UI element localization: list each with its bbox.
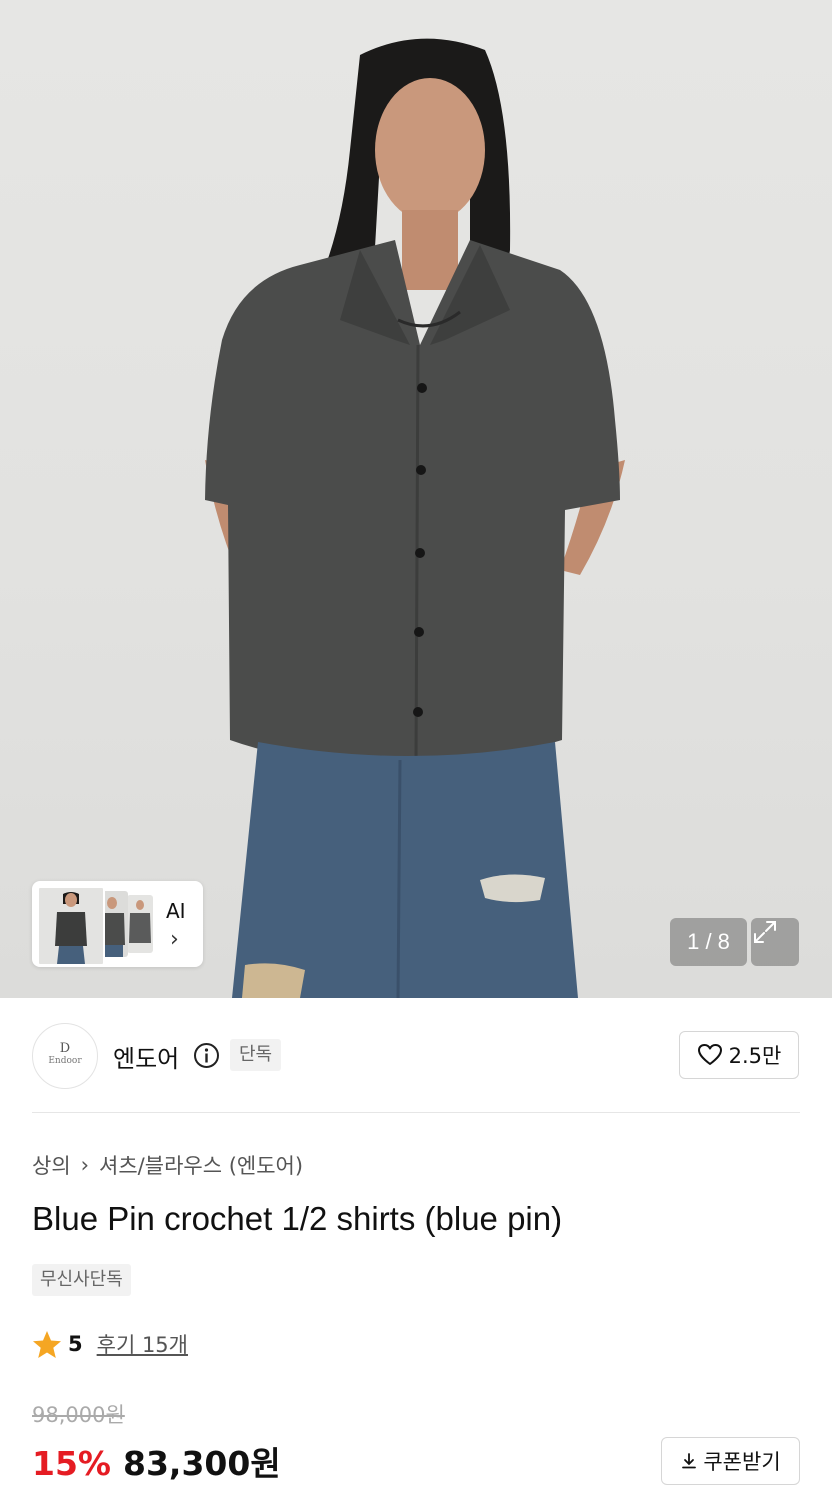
- heart-outline-icon: [697, 1044, 722, 1065]
- breadcrumb-item-category[interactable]: 상의: [32, 1150, 71, 1180]
- ai-label: AI: [166, 899, 186, 923]
- expand-arrows-icon: [754, 921, 776, 943]
- thumbnail-1: [37, 886, 105, 966]
- thumbnail-3: [127, 895, 153, 953]
- expand-button[interactable]: [751, 918, 799, 966]
- image-counter: 1 / 8: [670, 918, 747, 966]
- brand-logo[interactable]: D Endoor: [32, 1023, 98, 1089]
- chevron-right-icon: ›: [80, 1153, 90, 1177]
- product-title: Blue Pin crochet 1/2 shirts (blue pin): [32, 1200, 563, 1237]
- like-button[interactable]: 2.5만: [679, 1031, 799, 1079]
- info-circle-icon[interactable]: [193, 1042, 220, 1069]
- discount-rate: 15%: [32, 1444, 111, 1483]
- product-image[interactable]: AI › 1 / 8: [0, 0, 832, 998]
- review-count-link[interactable]: 후기 15개: [97, 1329, 188, 1359]
- chevron-right-icon: ›: [170, 927, 179, 952]
- download-icon: [682, 1453, 697, 1469]
- exclusive-badge: 단독: [230, 1039, 282, 1071]
- rating-score: 5: [68, 1332, 83, 1356]
- coupon-label: 쿠폰받기: [703, 1450, 781, 1474]
- musinsa-exclusive-badge: 무신사단독: [32, 1264, 131, 1296]
- ai-similar-card[interactable]: AI ›: [32, 881, 203, 967]
- divider: [32, 1112, 800, 1113]
- sale-price: 83,300원: [123, 1444, 281, 1483]
- original-price: 98,000원: [32, 1403, 125, 1427]
- rating: 5 후기 15개: [32, 1329, 188, 1359]
- coupon-button[interactable]: 쿠폰받기: [661, 1437, 800, 1485]
- star-icon: [33, 1330, 61, 1358]
- brand-logo-mark: D: [59, 1041, 71, 1056]
- price-row: 15% 83,300원: [32, 1437, 281, 1485]
- like-count: 2.5만: [728, 1044, 782, 1068]
- brand-logo-word: Endoor: [48, 1056, 82, 1066]
- breadcrumb-item-subcategory[interactable]: 셔츠/블라우스 (엔도어): [99, 1150, 303, 1180]
- model-photo: [205, 38, 625, 998]
- breadcrumb: 상의 › 셔츠/블라우스 (엔도어): [32, 1150, 303, 1180]
- brand-name[interactable]: 엔도어: [113, 1039, 179, 1074]
